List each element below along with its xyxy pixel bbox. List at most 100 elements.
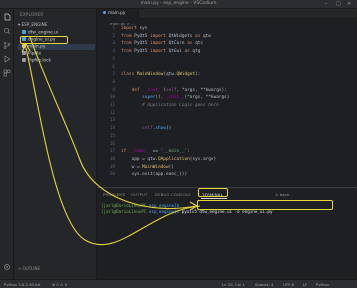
- file-label: Pipfile: [28, 51, 41, 57]
- code-line[interactable]: 16: [97, 142, 357, 148]
- file-label: Pipfile.lock: [28, 58, 52, 64]
- active-tab-indicator: [201, 198, 227, 199]
- line-number: 19: [109, 164, 115, 170]
- terminal-prompt: [jarl@DarioLinuxPC: [101, 209, 147, 214]
- workspace-folder[interactable]: ▾ ESP_ENGINE: [18, 22, 47, 27]
- line-number: 5: [112, 56, 115, 62]
- code-text: class MainWindow(qtw.QWidget):: [121, 72, 201, 78]
- code-text: if __name__ == '__main__':: [121, 149, 190, 155]
- code-line[interactable]: 13: [97, 118, 357, 124]
- maximize-button[interactable]: □: [336, 1, 341, 7]
- minimize-button[interactable]: –: [325, 1, 328, 7]
- code-line[interactable]: 17 if __name__ == '__main__':: [97, 149, 357, 155]
- close-button[interactable]: ✕: [347, 1, 351, 7]
- tab-main-py[interactable]: main.py: [97, 9, 139, 19]
- tab-problems[interactable]: PROBLEMS: [103, 192, 125, 197]
- python-icon: [103, 10, 106, 14]
- code-text: super().__init__(*args, **kwargs): [142, 95, 230, 101]
- extensions-icon[interactable]: [3, 69, 11, 77]
- file-type-icon: [22, 58, 26, 62]
- code-line[interactable]: 3 from PyQt5 import QtCore as qtc: [97, 41, 357, 47]
- code-line[interactable]: 15: [97, 134, 357, 140]
- code-text: from PyQt5 import QtCore as qtc: [121, 41, 203, 47]
- file-type-icon: [22, 44, 26, 48]
- file-label: dtw_engine.ui: [28, 30, 59, 36]
- code-editor[interactable]: 1 import sys 2 from PyQt5 import QtWidgets …: [97, 26, 357, 186]
- file-type-icon: [22, 51, 26, 55]
- code-line[interactable]: 19 w = MainWindow(): [97, 165, 357, 171]
- language-mode[interactable]: Python: [316, 280, 329, 288]
- window-title: main.py - esp_engine - VSCodium: [140, 1, 217, 6]
- highlight-engine-ui-file: [20, 36, 68, 44]
- files-icon[interactable]: [3, 13, 11, 21]
- code-line[interactable]: 20 sys.exit(app.exec_()): [97, 172, 357, 178]
- code-text: from PyQt5 import QtGui as qtg: [121, 49, 201, 55]
- code-line[interactable]: 5: [97, 57, 357, 63]
- settings-gear-icon[interactable]: [3, 263, 11, 271]
- line-number: 8: [112, 79, 115, 85]
- folder-name: ESP_ENGINE: [21, 22, 48, 27]
- line-number: 3: [112, 41, 115, 47]
- line-number: 7: [112, 72, 115, 78]
- line-number: 13: [109, 118, 115, 124]
- line-number: 6: [112, 64, 115, 70]
- terminal-path: esp_engine]$: [148, 203, 180, 208]
- code-text: import sys: [121, 26, 148, 31]
- python-interpreter[interactable]: Python 3.8.2 64-bit: [4, 280, 40, 288]
- line-number: 17: [109, 149, 115, 155]
- code-line[interactable]: 9 def __init__(self, *args, **kwargs):: [97, 88, 357, 94]
- explorer-header: EXPLORER: [20, 12, 44, 17]
- line-number: 20: [109, 172, 115, 178]
- explorer-sidebar: EXPLORER ▾ ESP_ENGINE dtw_engine.ui engi…: [14, 9, 97, 279]
- tab-label: main.py: [108, 11, 126, 16]
- file-pipfile-lock[interactable]: Pipfile.lock: [22, 58, 51, 64]
- search-icon[interactable]: [3, 27, 11, 35]
- code-text: from PyQt5 import QtWidgets as qtw: [121, 33, 211, 39]
- tab-debug-console[interactable]: DEBUG CONSOLE: [155, 192, 191, 197]
- file-pipfile[interactable]: Pipfile: [22, 51, 41, 57]
- debug-icon[interactable]: [3, 55, 11, 63]
- code-text: app = qtw.QApplication(sys.argv): [121, 156, 217, 162]
- cursor-position[interactable]: Ln 20, Col 1: [222, 280, 245, 288]
- terminal-selector[interactable]: 1: bash: [275, 192, 289, 197]
- code-line[interactable]: 8: [97, 80, 357, 86]
- terminal-prompt: [jarl@DarioLinuxPC: [101, 203, 147, 208]
- code-line[interactable]: 11 # Application Logic goes here: [97, 103, 357, 109]
- code-line[interactable]: 10 super().__init__(*args, **kwargs): [97, 95, 357, 101]
- status-bar: Python 3.8.2 64-bit ⊗ 0 ⚠ 0 Ln 20, Col 1…: [0, 279, 357, 288]
- file-main-py[interactable]: main.py: [18, 44, 95, 50]
- source-control-icon[interactable]: [3, 41, 11, 49]
- line-number: 18: [109, 156, 115, 162]
- code-line[interactable]: 1 import sys: [97, 26, 357, 32]
- file-label: main.py: [28, 44, 46, 50]
- line-number: 10: [109, 95, 115, 101]
- highlight-terminal-tab: [198, 188, 228, 197]
- encoding[interactable]: UTF-8: [283, 280, 294, 288]
- code-line[interactable]: 7 class MainWindow(qtw.QWidget):: [97, 72, 357, 78]
- line-ending[interactable]: LF: [303, 280, 307, 288]
- line-number: 16: [109, 141, 115, 147]
- file-type-icon: [22, 30, 26, 34]
- highlight-terminal-command: [197, 200, 333, 210]
- tab-output[interactable]: OUTPUT: [131, 192, 148, 197]
- problems-count[interactable]: ⊗ 0 ⚠ 0: [52, 280, 67, 288]
- code-line[interactable]: 2 from PyQt5 import QtWidgets as qtw: [97, 34, 357, 40]
- code-text: # Application Logic goes here: [121, 103, 219, 108]
- code-text: def __init__(self, *args, **kwargs):: [131, 87, 227, 93]
- line-number: 11: [109, 103, 115, 108]
- code-text: sys.exit(app.exec_()): [121, 172, 188, 178]
- code-line[interactable]: 14 self.show(): [97, 126, 357, 132]
- line-number: 15: [109, 133, 115, 139]
- line-number: 2: [112, 33, 115, 39]
- editor-tabs: main.py: [97, 9, 357, 19]
- line-number: 12: [109, 110, 115, 116]
- indentation[interactable]: Spaces: 4: [255, 280, 273, 288]
- outline-section[interactable]: > OUTLINE: [18, 266, 40, 271]
- code-line[interactable]: 6: [97, 65, 357, 71]
- code-line[interactable]: 4 from PyQt5 import QtGui as qtg: [97, 49, 357, 55]
- code-line[interactable]: 18 app = qtw.QApplication(sys.argv): [97, 157, 357, 163]
- code-text: w = MainWindow(): [121, 164, 174, 170]
- line-number: 14: [109, 126, 115, 132]
- title-bar: main.py - esp_engine - VSCodium – □ ✕: [0, 0, 357, 9]
- code-line[interactable]: 12: [97, 111, 357, 117]
